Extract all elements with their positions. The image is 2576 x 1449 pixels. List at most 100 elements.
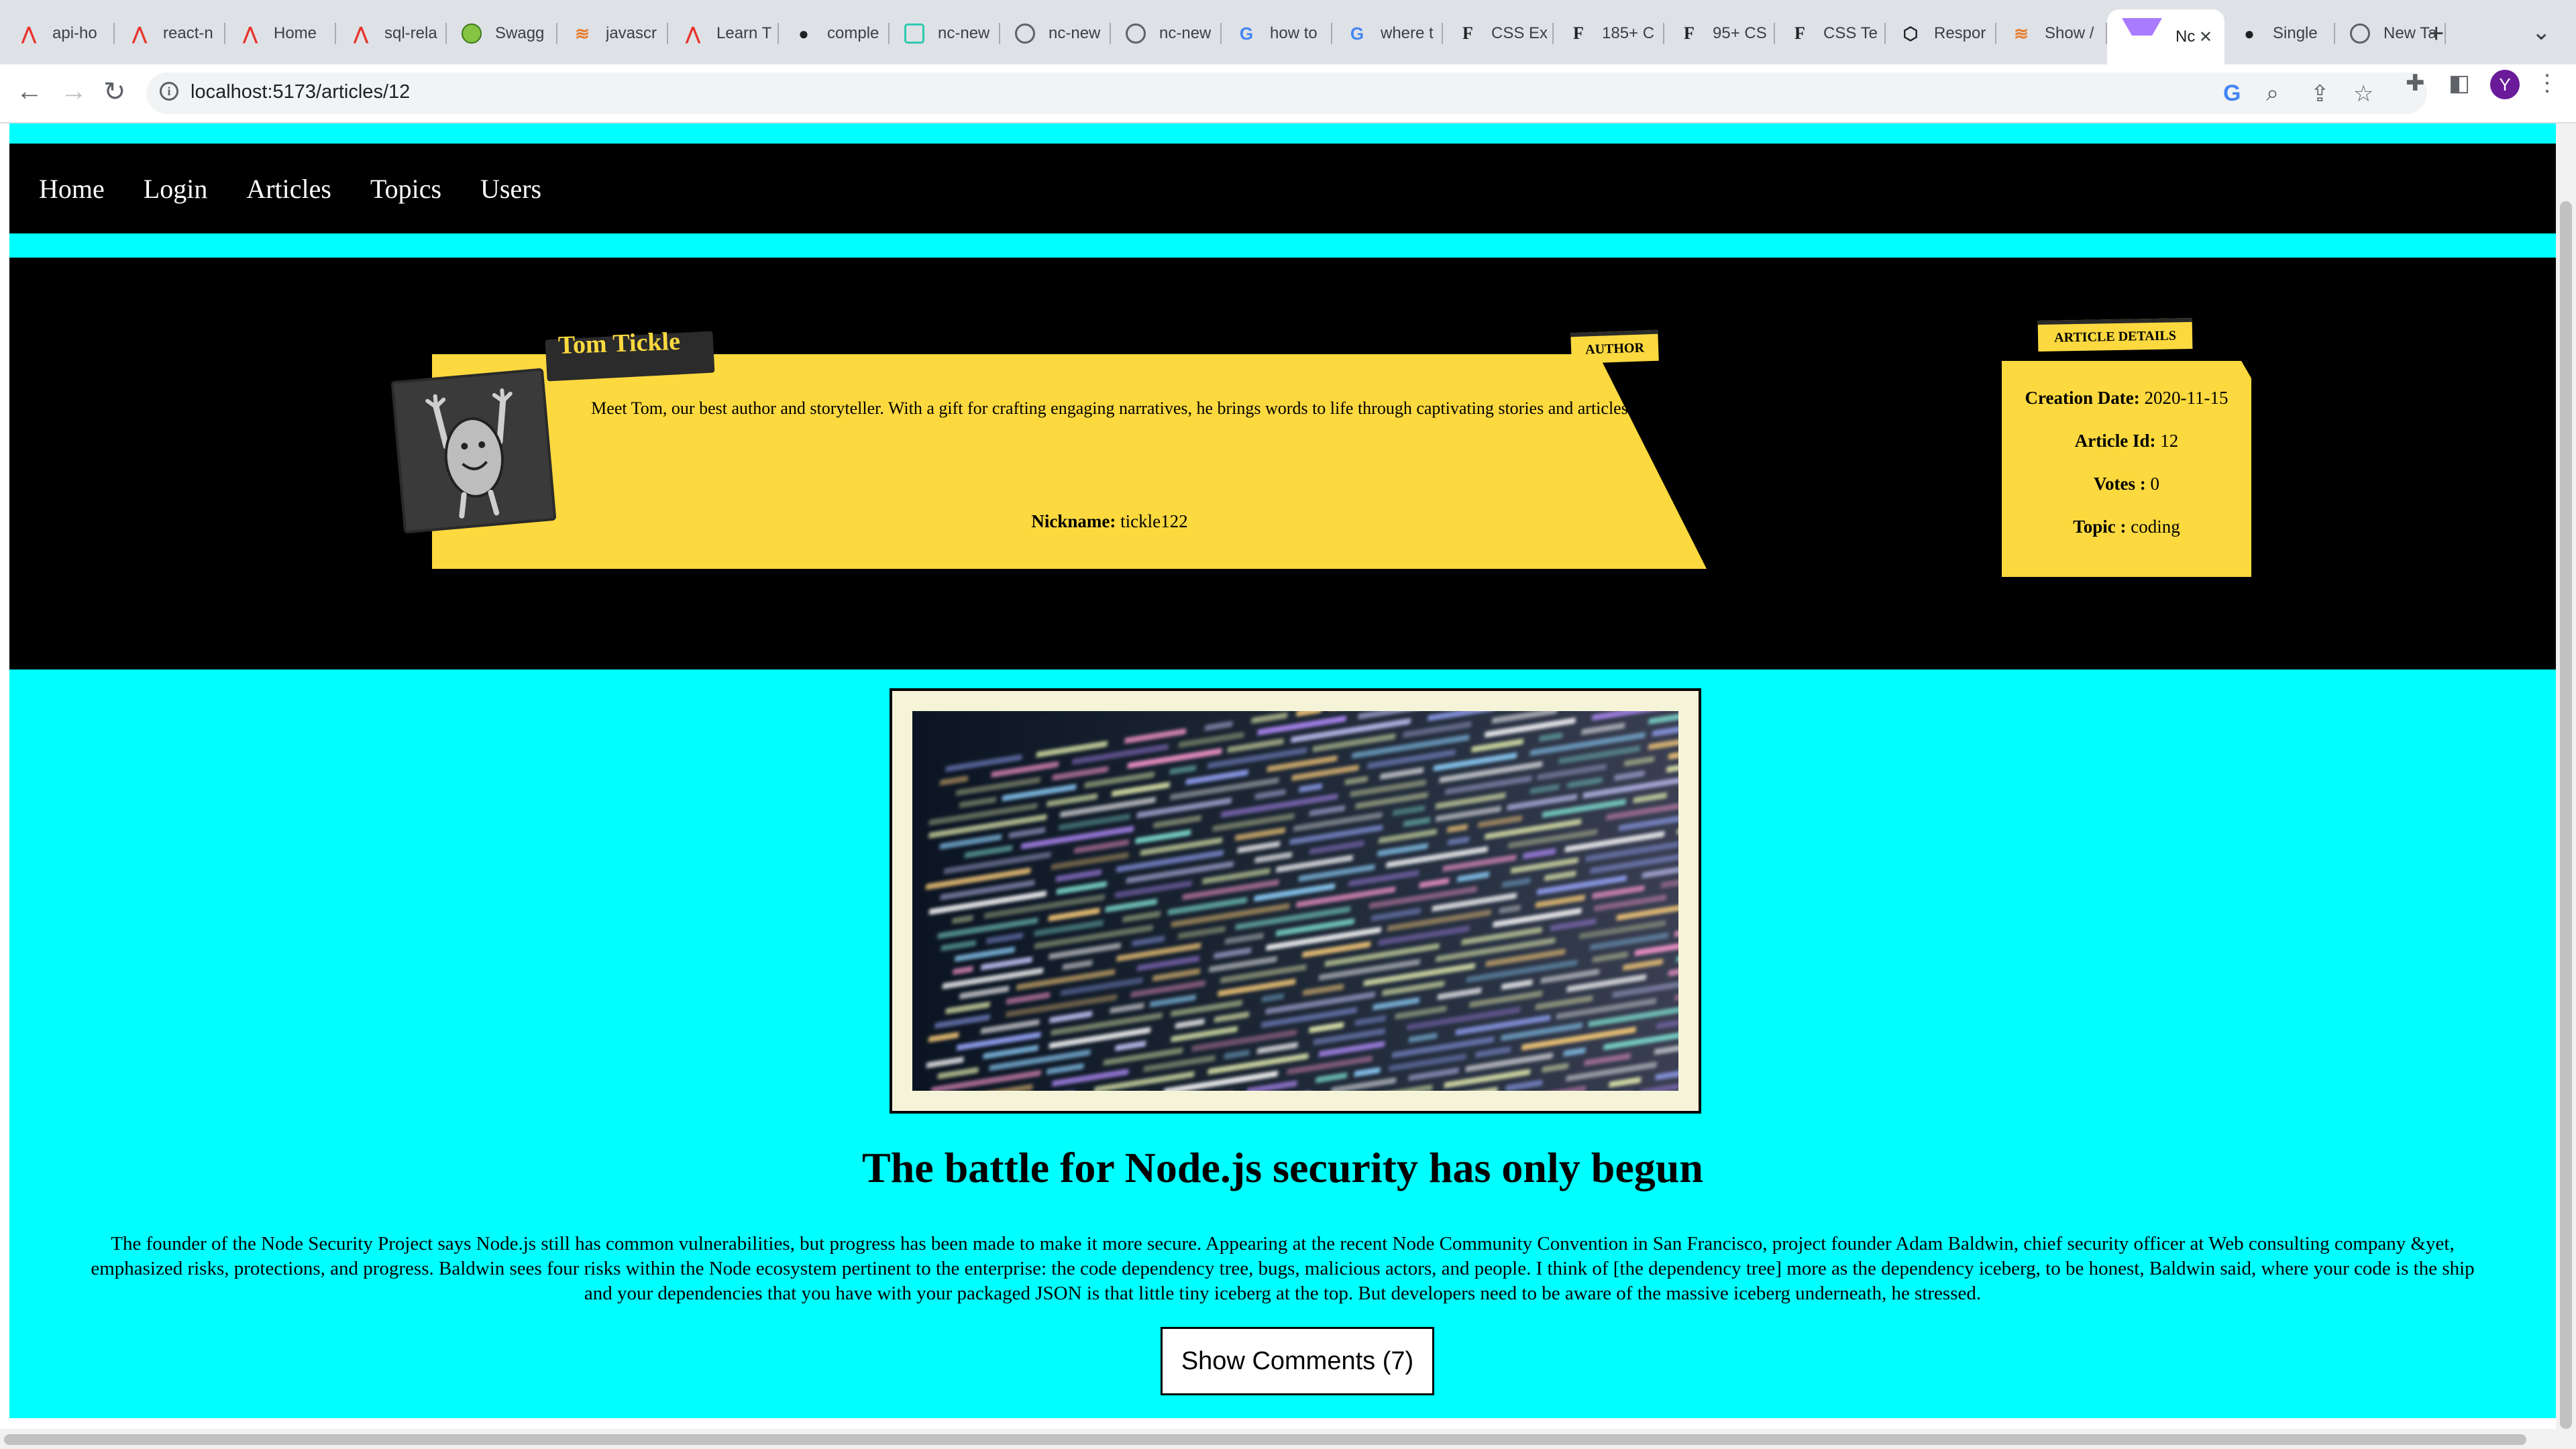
browser-tab[interactable]: ⋀ api-ho <box>4 13 115 54</box>
code-line-blur <box>986 932 1024 945</box>
code-line-blur <box>981 956 1032 971</box>
side-panel-icon[interactable]: ◧ <box>2449 70 2470 97</box>
article-id-value: 12 <box>2160 431 2179 451</box>
code-line-blur <box>1377 843 1428 857</box>
code-line-blur <box>1448 836 1470 846</box>
browser-tab[interactable]: ⋀ Home <box>225 13 336 54</box>
angular-icon: ⋀ <box>132 23 147 44</box>
code-line-blur <box>934 1014 990 1029</box>
code-line-blur <box>1152 968 1200 981</box>
browser-tab[interactable]: ≋ javascr <box>557 13 668 54</box>
code-line-blur <box>1624 756 1655 767</box>
code-line-blur <box>1261 993 1284 1003</box>
forward-icon[interactable]: → <box>60 76 87 107</box>
google-lens-icon[interactable]: G <box>2223 80 2241 107</box>
code-line-blur <box>1505 1079 1543 1091</box>
code-line-blur <box>1584 1053 1631 1067</box>
browser-tab[interactable]: Nc ✕ <box>2107 9 2224 64</box>
votes-label: Votes : <box>2094 474 2146 494</box>
nav-link-login[interactable]: Login <box>144 173 208 205</box>
author-card: Tom Tickle AUTHOR Meet Tom, our best aut <box>390 327 1707 569</box>
extensions-icon[interactable]: ✚ <box>2406 70 2425 97</box>
code-line-blur <box>1550 918 1597 932</box>
code-line-blur <box>1006 991 1051 1005</box>
close-tab-icon[interactable]: ✕ <box>2199 28 2212 47</box>
nav-link-topics[interactable]: Topics <box>370 173 441 205</box>
browser-tab[interactable]: ⋀ Learn T <box>668 13 779 54</box>
nav-link-articles[interactable]: Articles <box>246 173 331 205</box>
bookmark-star-icon[interactable]: ☆ <box>2353 80 2373 107</box>
code-line-blur <box>1318 1040 1385 1057</box>
back-icon[interactable]: ← <box>16 76 43 107</box>
code-line-blur <box>1175 1018 1205 1029</box>
code-line-blur <box>1540 969 1600 984</box>
code-line-blur <box>1224 932 1264 945</box>
browser-tab[interactable]: ⋀ sql-rela <box>336 13 447 54</box>
code-line-blur <box>1309 840 1364 855</box>
site-info-icon[interactable]: i <box>160 82 178 101</box>
code-line-blur <box>1539 732 1563 742</box>
code-line-blur <box>1609 1077 1642 1088</box>
code-line-blur <box>1256 1042 1298 1055</box>
nav-link-users[interactable]: Users <box>480 173 541 205</box>
browser-tab[interactable]: ≋ Show / <box>1996 13 2107 54</box>
globe-icon <box>1126 23 1146 44</box>
page-viewport: Home Login Articles Topics Users Tom Tic… <box>0 123 2576 1449</box>
browser-tab[interactable]: Swagg <box>447 13 557 54</box>
browser-tab-strip: ⋀ api-ho ⋀ react-n ⋀ Home ⋀ sql-rela Swagg ≋ javas… <box>0 0 2576 64</box>
address-bar[interactable]: i localhost:5173/articles/12 G ⌕ ⇪ ☆ <box>146 72 2427 114</box>
angular-icon: ⋀ <box>354 23 368 44</box>
code-line-blur <box>1049 1010 1093 1024</box>
code-line-blur <box>1302 941 1371 958</box>
browser-tab[interactable]: nc-new <box>1000 13 1111 54</box>
vertical-scrollbar[interactable] <box>2556 123 2576 1449</box>
code-line-blur <box>1471 739 1523 753</box>
reload-icon[interactable]: ↻ <box>103 76 126 107</box>
browser-tab[interactable]: ⋀ react-n <box>115 13 225 54</box>
code-line-blur <box>1124 728 1187 744</box>
browser-tab[interactable]: ● comple <box>779 13 890 54</box>
browser-tab[interactable]: Gwhere t <box>1332 13 1443 54</box>
code-line-blur <box>1403 721 1472 738</box>
freefrontend-icon: F <box>1684 23 1695 43</box>
tab-title: nc-new <box>938 24 990 42</box>
browser-tab[interactable]: F 185+ C <box>1554 13 1664 54</box>
article-image <box>912 711 1678 1091</box>
nav-link-home[interactable]: Home <box>39 173 105 205</box>
code-line-blur <box>952 914 973 924</box>
code-line-blur <box>1542 1063 1569 1073</box>
angular-icon: ⋀ <box>243 23 258 44</box>
code-line-blur <box>1062 959 1093 971</box>
browser-tab[interactable]: F 95+ CS <box>1664 13 1775 54</box>
code-line-blur <box>1251 712 1288 724</box>
code-line-blur <box>1112 782 1170 797</box>
article-details-badge: ARTICLE DETAILS <box>2037 317 2193 352</box>
code-line-blur <box>1592 951 1628 963</box>
browser-tab[interactable]: F CSS Te <box>1775 13 1886 54</box>
menu-kebab-icon[interactable]: ⋮ <box>2536 70 2559 97</box>
vertical-scrollbar-thumb[interactable] <box>2560 201 2572 1429</box>
code-line-blur <box>1633 792 1667 804</box>
browser-tab[interactable]: F CSS Ex <box>1443 13 1554 54</box>
browser-tab[interactable]: Ghow to <box>1222 13 1332 54</box>
tab-search-button[interactable]: ⌄ <box>2532 19 2551 46</box>
browser-tab[interactable]: ● Single <box>2224 13 2335 54</box>
new-tab-button[interactable]: + <box>2428 19 2444 49</box>
browser-tab[interactable]: ⬡ Respor <box>1886 13 1996 54</box>
code-line-blur <box>1592 885 1645 900</box>
code-line-blur <box>1209 956 1277 973</box>
show-comments-button[interactable]: Show Comments (7) <box>1161 1327 1434 1395</box>
browser-tab[interactable]: nc-new <box>890 13 1000 54</box>
mr-tickle-icon <box>393 370 554 531</box>
browser-tab[interactable]: nc-new <box>1111 13 1222 54</box>
code-line-blur <box>1408 1032 1438 1043</box>
horizontal-scrollbar-thumb[interactable] <box>4 1434 2526 1445</box>
share-icon[interactable]: ⇪ <box>2310 80 2330 107</box>
code-line-blur <box>1149 994 1196 1008</box>
url-text[interactable]: localhost:5173/articles/12 <box>191 81 410 103</box>
profile-avatar[interactable]: Y <box>2490 70 2520 99</box>
horizontal-scrollbar[interactable] <box>0 1429 2556 1449</box>
zoom-icon[interactable]: ⌕ <box>2266 80 2279 107</box>
code-line-blur <box>939 834 1002 850</box>
article-header-band: Tom Tickle AUTHOR Meet Tom, our best aut <box>9 258 2556 669</box>
